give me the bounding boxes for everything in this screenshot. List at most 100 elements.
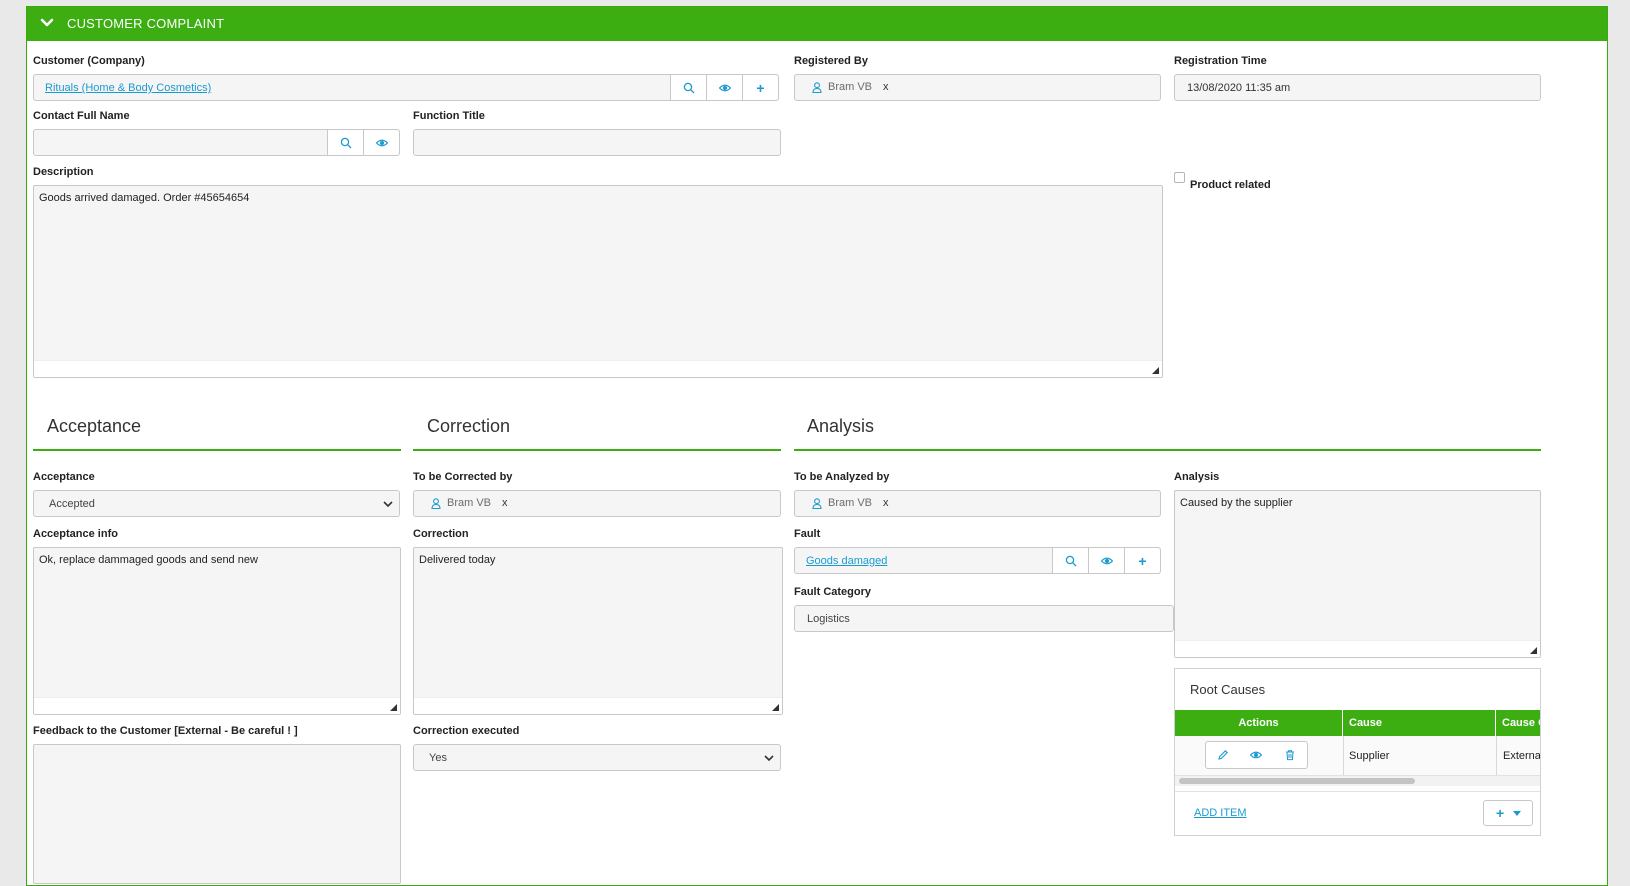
description-textarea[interactable]: Goods arrived damaged. Order #45654654 [33, 185, 1163, 378]
contact-view-button[interactable] [363, 130, 399, 155]
row-cause: Supplier [1349, 750, 1390, 762]
analyzed-by-field[interactable]: Bram VB x [794, 490, 1161, 517]
contact-search-button[interactable] [327, 130, 363, 155]
caret-down-icon [1513, 811, 1521, 816]
resize-handle[interactable] [390, 704, 397, 711]
acceptance-info-textarea[interactable]: Ok, replace dammaged goods and send new [33, 547, 401, 715]
user-icon [812, 498, 822, 509]
fault-add-button[interactable]: + [1124, 548, 1160, 573]
row-cause-category: External [1503, 750, 1541, 762]
acceptance-info-label: Acceptance info [33, 528, 118, 540]
contact-label: Contact Full Name [33, 110, 130, 122]
function-title-input[interactable] [413, 129, 781, 156]
row-delete-button[interactable] [1273, 741, 1308, 769]
feedback-textarea[interactable] [33, 744, 401, 884]
fault-view-button[interactable] [1088, 548, 1124, 573]
section-divider [33, 449, 401, 451]
corrected-by-remove[interactable]: x [502, 497, 508, 509]
root-causes-panel: Root Causes Actions Cause Cause Cat Supp… [1174, 668, 1541, 836]
registered-by-user: Bram VB [828, 81, 873, 93]
trash-icon [1286, 750, 1294, 761]
section-divider [413, 449, 781, 451]
panel-title: CUSTOMER COMPLAINT [67, 16, 225, 31]
customer-view-button[interactable] [706, 75, 742, 100]
plus-icon: + [1496, 805, 1505, 821]
customer-label: Customer (Company) [33, 55, 145, 67]
pencil-icon [1217, 750, 1228, 760]
analyzed-by-label: To be Analyzed by [794, 471, 890, 483]
feedback-label: Feedback to the Customer [External - Be … [33, 725, 298, 737]
row-view-button[interactable] [1239, 741, 1274, 769]
section-title-analysis: Analysis [807, 416, 875, 436]
fault-category-value: Logistics [807, 613, 850, 625]
search-icon [340, 137, 351, 148]
add-dropdown-button[interactable]: + [1483, 800, 1533, 826]
plus-icon: + [756, 79, 765, 96]
column-header-cause: Cause [1343, 710, 1496, 736]
analyzed-by-remove[interactable]: x [883, 497, 889, 509]
registered-by-label: Registered By [794, 55, 868, 67]
customer-field: Rituals (Home & Body Cosmetics) + [33, 74, 779, 101]
corrected-by-field[interactable]: Bram VB x [413, 490, 781, 517]
panel-header[interactable]: CUSTOMER COMPLAINT [27, 7, 1607, 41]
section-title-correction: Correction [427, 416, 511, 436]
column-header-cause-category: Cause Cat [1496, 710, 1540, 736]
description-value: Goods arrived damaged. Order #45654654 [39, 192, 250, 204]
function-title-label: Function Title [413, 110, 485, 122]
registration-time-label: Registration Time [1174, 55, 1267, 67]
registered-by-field[interactable]: Bram VB x [794, 74, 1161, 101]
section-title-acceptance: Acceptance [47, 416, 142, 436]
table-row: Supplier External [1175, 736, 1540, 776]
row-edit-button[interactable] [1205, 741, 1240, 769]
plus-icon: + [1138, 552, 1147, 569]
scrollbar-thumb[interactable] [1179, 778, 1415, 784]
contact-field[interactable] [33, 129, 400, 156]
product-related-checkbox[interactable] [1174, 172, 1185, 183]
analyzed-by-user: Bram VB [828, 497, 873, 509]
customer-complaint-panel: CUSTOMER COMPLAINT Customer (Company) Ri… [26, 6, 1608, 886]
acceptance-value: Accepted [49, 498, 95, 510]
corrected-by-user: Bram VB [447, 497, 492, 509]
registration-time-field: 13/08/2020 11:35 am [1174, 74, 1541, 101]
search-icon [1065, 555, 1076, 566]
description-label: Description [33, 166, 94, 178]
correction-executed-label: Correction executed [413, 725, 520, 737]
customer-search-button[interactable] [670, 75, 706, 100]
customer-add-button[interactable]: + [742, 75, 778, 100]
correction-value: Delivered today [419, 554, 496, 566]
product-related-label: Product related [1190, 179, 1271, 191]
acceptance-info-value: Ok, replace dammaged goods and send new [39, 554, 258, 566]
registration-time-value: 13/08/2020 11:35 am [1187, 82, 1291, 94]
registered-by-remove[interactable]: x [883, 81, 889, 93]
fault-search-button[interactable] [1052, 548, 1088, 573]
analysis-textarea[interactable]: Caused by the supplier [1174, 490, 1541, 658]
resize-handle[interactable] [1152, 367, 1159, 374]
user-icon [431, 498, 441, 509]
analysis-label: Analysis [1174, 471, 1220, 483]
eye-icon [1250, 751, 1262, 759]
horizontal-scrollbar[interactable] [1175, 776, 1540, 786]
correction-executed-value: Yes [429, 752, 447, 764]
fault-link[interactable]: Goods damaged [806, 555, 887, 567]
user-icon [812, 82, 822, 93]
corrected-by-label: To be Corrected by [413, 471, 513, 483]
analysis-value: Caused by the supplier [1180, 497, 1293, 509]
chevron-down-icon [383, 501, 393, 508]
column-header-actions: Actions [1175, 710, 1343, 736]
add-item-link[interactable]: ADD ITEM [1194, 807, 1247, 819]
acceptance-select[interactable]: Accepted [33, 490, 400, 517]
fault-field: Goods damaged + [794, 547, 1161, 574]
resize-handle[interactable] [1530, 647, 1537, 654]
fault-category-label: Fault Category [794, 586, 872, 598]
correction-executed-select[interactable]: Yes [413, 744, 781, 771]
resize-handle[interactable] [772, 704, 779, 711]
chevron-down-icon [40, 18, 54, 27]
eye-icon [375, 139, 388, 146]
correction-textarea[interactable]: Delivered today [413, 547, 783, 715]
fault-category-field: Logistics [794, 605, 1174, 632]
section-divider [794, 449, 1541, 451]
correction-label: Correction [413, 528, 469, 540]
customer-link[interactable]: Rituals (Home & Body Cosmetics) [45, 82, 211, 94]
divider [1175, 791, 1540, 792]
root-causes-title: Root Causes [1190, 682, 1266, 697]
